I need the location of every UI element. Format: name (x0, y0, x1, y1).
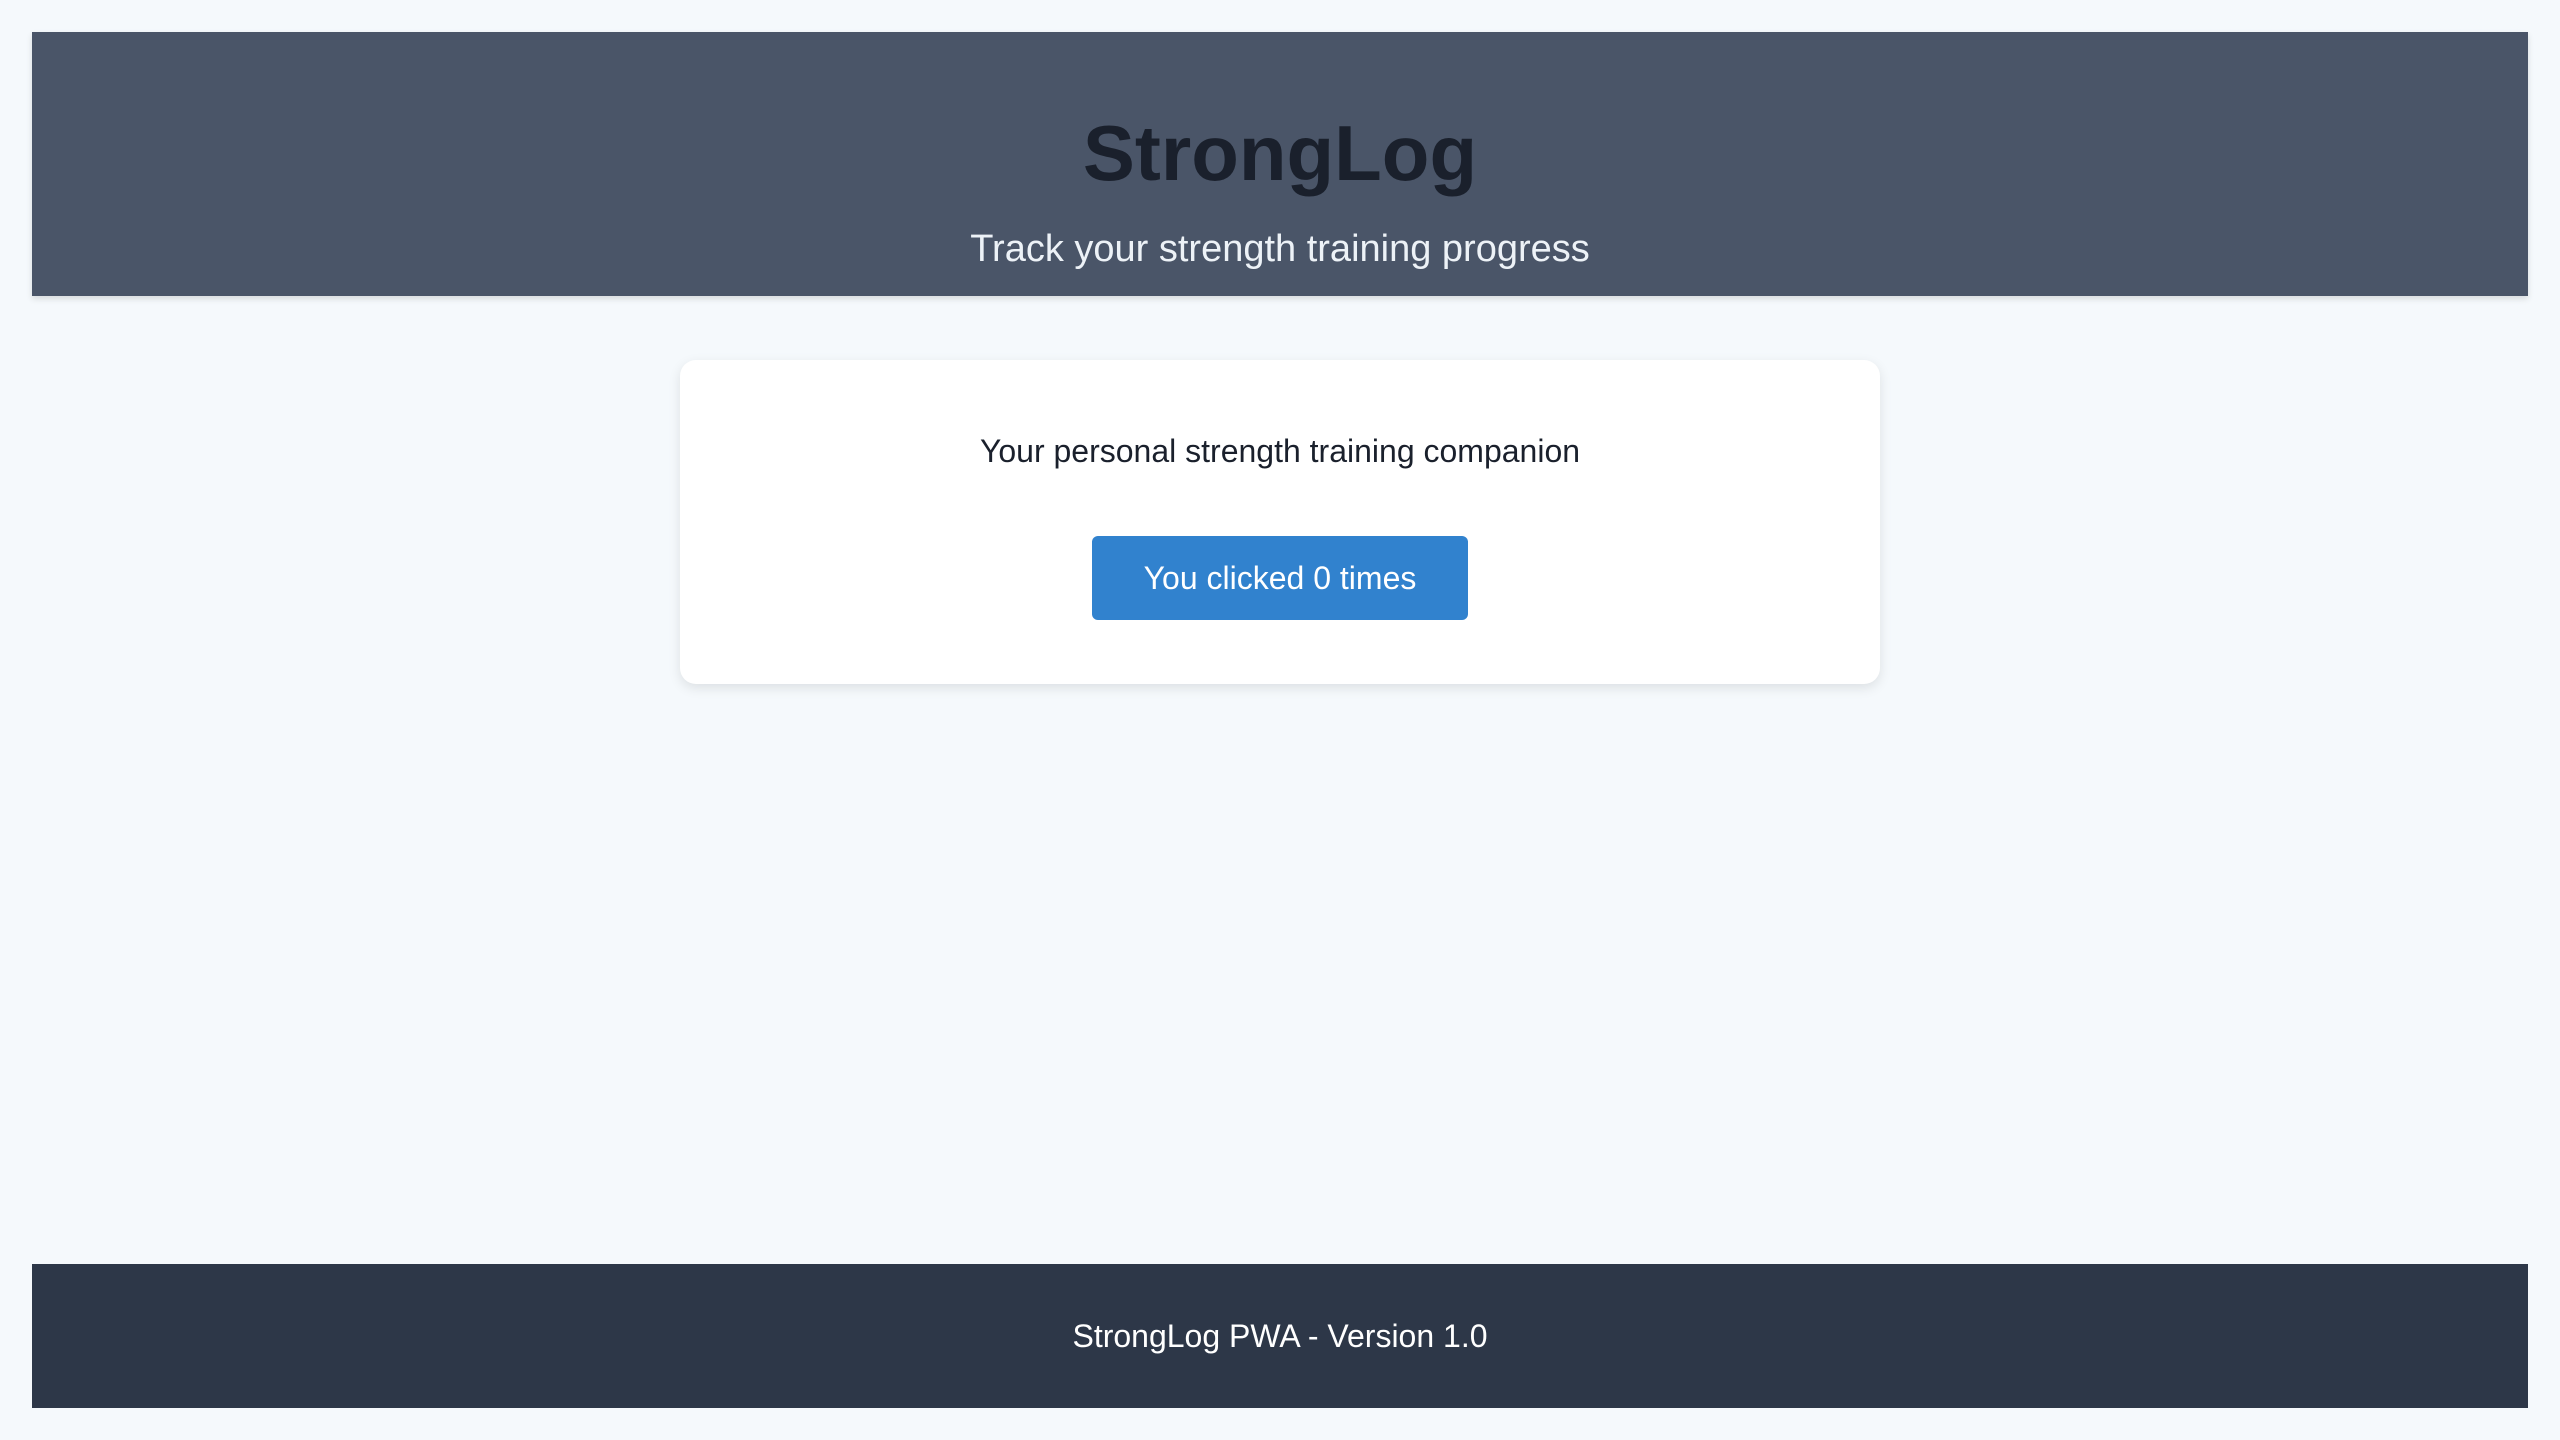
footer-version-text: StrongLog PWA - Version 1.0 (1072, 1318, 1488, 1354)
app-title: StrongLog (1082, 109, 1478, 197)
app-footer: StrongLog PWA - Version 1.0 (32, 1264, 2528, 1408)
main-card: Your personal strength training companio… (680, 360, 1880, 684)
click-counter-button[interactable]: You clicked 0 times (1092, 536, 1468, 620)
app-header: StrongLog Track your strength training p… (32, 32, 2528, 296)
card-tagline: Your personal strength training companio… (979, 433, 1581, 469)
app-subtitle: Track your strength training progress (970, 228, 1590, 270)
